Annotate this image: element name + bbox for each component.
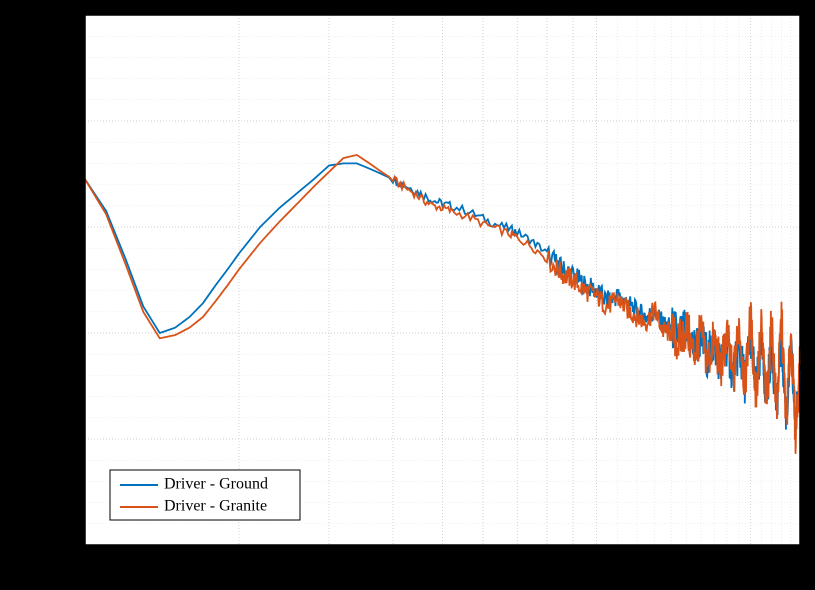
legend: Driver - Ground Driver - Granite	[110, 470, 300, 520]
chart-container: Driver - Ground Driver - Granite	[0, 0, 815, 590]
chart-svg: Driver - Ground Driver - Granite	[0, 0, 815, 590]
legend-label-1: Driver - Granite	[164, 498, 267, 515]
legend-label-0: Driver - Ground	[164, 476, 268, 493]
